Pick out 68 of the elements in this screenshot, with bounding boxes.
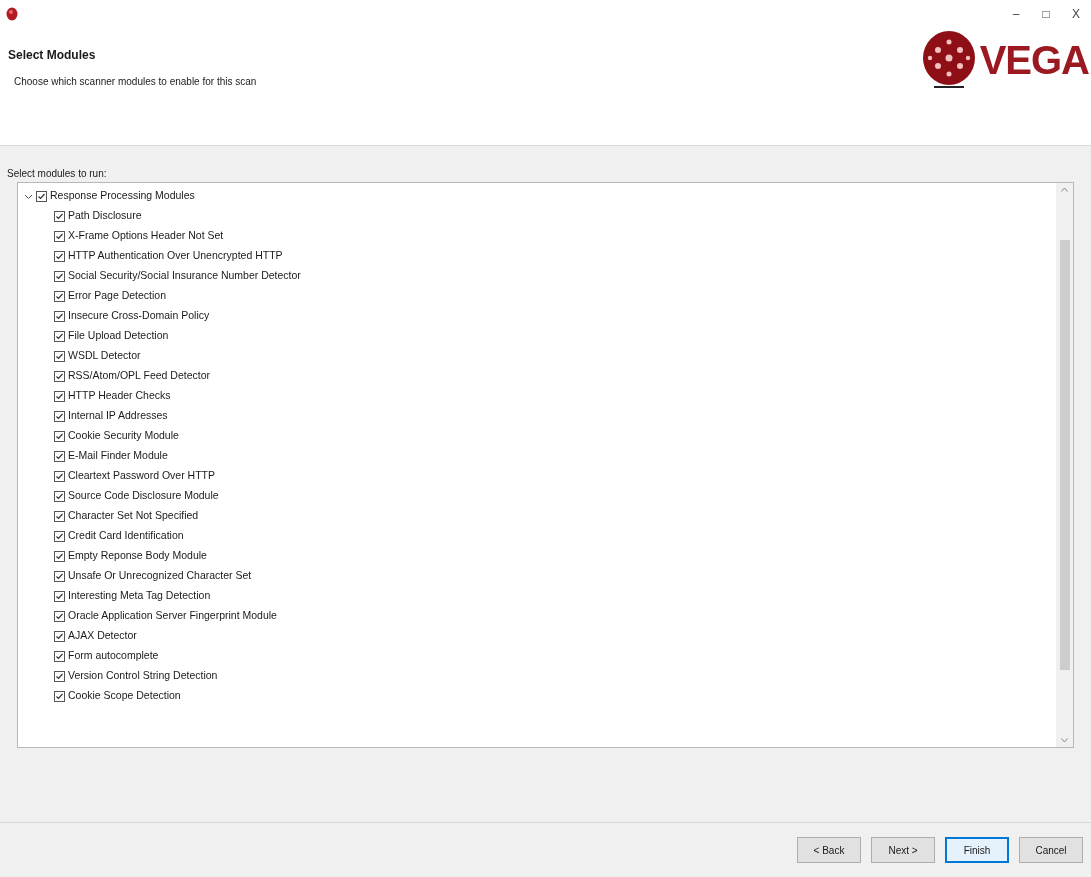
wizard-button[interactable]: < Back	[797, 837, 861, 863]
checkbox[interactable]	[54, 570, 65, 582]
checkbox[interactable]	[54, 690, 65, 702]
checkbox[interactable]	[54, 230, 65, 242]
module-label[interactable]: Cleartext Password Over HTTP	[68, 468, 216, 484]
checkbox[interactable]	[54, 290, 65, 302]
module-label[interactable]: E-Mail Finder Module	[68, 448, 168, 464]
minimize-button[interactable]: –	[1001, 0, 1031, 28]
module-label[interactable]: Empty Reponse Body Module	[68, 548, 207, 564]
module-label[interactable]: Source Code Disclosure Module	[68, 488, 219, 504]
module-label[interactable]: Version Control String Detection	[68, 668, 218, 684]
module-label[interactable]: Oracle Application Server Fingerprint Module	[68, 608, 277, 624]
wizard-button[interactable]: Finish	[945, 837, 1009, 863]
page-subtitle: Choose which scanner modules to enable for this scan	[13, 75, 257, 89]
checkbox[interactable]	[54, 610, 65, 622]
checkbox[interactable]	[54, 250, 65, 262]
scroll-thumb[interactable]	[1059, 240, 1070, 670]
scroll-down-icon[interactable]	[1061, 738, 1068, 743]
module-label[interactable]: Internal IP Addresses	[68, 408, 168, 424]
checkbox[interactable]	[54, 390, 65, 402]
module-label[interactable]: Form autocomplete	[68, 648, 159, 664]
module-label[interactable]: Social Security/Social Insurance Number Detector	[68, 268, 301, 284]
checkbox[interactable]	[54, 310, 65, 322]
module-label[interactable]: Insecure Cross-Domain Policy	[68, 308, 210, 324]
module-label[interactable]: Response Processing Modules	[50, 188, 195, 204]
modules-label: Select modules to run:	[7, 167, 108, 181]
checkbox[interactable]	[54, 650, 65, 662]
module-label[interactable]: Error Page Detection	[68, 288, 167, 304]
checkbox[interactable]	[54, 510, 65, 522]
wizard-button[interactable]: Cancel	[1019, 837, 1083, 863]
module-label[interactable]: Cookie Scope Detection	[68, 688, 181, 704]
checkbox[interactable]	[54, 210, 65, 222]
close-button[interactable]: X	[1061, 0, 1091, 28]
module-label[interactable]: File Upload Detection	[68, 328, 169, 344]
checkbox[interactable]	[54, 330, 65, 342]
module-label[interactable]: Unsafe Or Unrecognized Character Set	[68, 568, 252, 584]
module-label[interactable]: Credit Card Identification	[68, 528, 184, 544]
checkbox[interactable]	[54, 430, 65, 442]
checkbox[interactable]	[54, 450, 65, 462]
vega-logo: VEGA	[919, 28, 1091, 90]
module-label[interactable]: Cookie Security Module	[68, 428, 179, 444]
module-label[interactable]: WSDL Detector	[68, 348, 141, 364]
checkbox[interactable]	[54, 470, 65, 482]
module-label[interactable]: Path Disclosure	[68, 208, 142, 224]
checkbox[interactable]	[54, 350, 65, 362]
module-label[interactable]: HTTP Header Checks	[68, 388, 171, 404]
app-icon	[6, 7, 18, 21]
checkbox[interactable]	[54, 490, 65, 502]
checkbox[interactable]	[54, 370, 65, 382]
scroll-up-icon[interactable]	[1061, 187, 1068, 192]
checkbox[interactable]	[54, 670, 65, 682]
checkbox[interactable]	[54, 550, 65, 562]
module-label[interactable]: Character Set Not Specified	[68, 508, 199, 524]
module-label[interactable]: HTTP Authentication Over Unencrypted HTTP	[68, 248, 283, 264]
page-title: Select Modules	[8, 47, 97, 64]
checkbox[interactable]	[54, 270, 65, 282]
scrollbar[interactable]	[1056, 183, 1073, 747]
module-label[interactable]: X-Frame Options Header Not Set	[68, 228, 224, 244]
module-label[interactable]: RSS/Atom/OPL Feed Detector	[68, 368, 210, 384]
checkbox[interactable]	[54, 630, 65, 642]
maximize-button[interactable]: □	[1031, 0, 1061, 28]
wizard-button[interactable]: Next >	[871, 837, 935, 863]
checkbox[interactable]	[54, 530, 65, 542]
module-label[interactable]: Interesting Meta Tag Detection	[68, 588, 211, 604]
checkbox[interactable]	[54, 590, 65, 602]
module-label[interactable]: AJAX Detector	[68, 628, 137, 644]
checkbox[interactable]	[36, 190, 47, 202]
checkbox[interactable]	[54, 410, 65, 422]
